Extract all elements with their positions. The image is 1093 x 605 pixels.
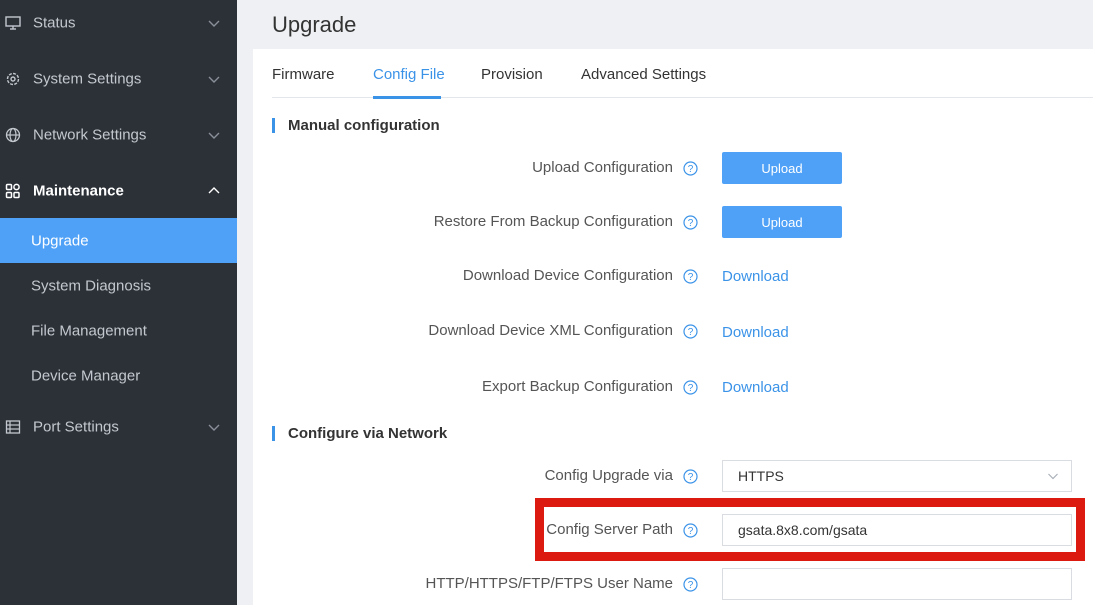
port-icon [4, 418, 22, 436]
sidebar-item-label: System Settings [33, 70, 142, 88]
tab-firmware[interactable]: Firmware [272, 66, 335, 83]
globe-icon [4, 126, 22, 144]
tab-config-file[interactable]: Config File [373, 66, 445, 83]
sidebar-item-status[interactable]: Status [0, 1, 237, 45]
sidebar-subitem-label: Device Manager [31, 367, 141, 384]
page-title: Upgrade [272, 12, 357, 37]
sidebar-item-label: Status [33, 14, 76, 32]
chevron-down-icon [208, 76, 220, 83]
sidebar-item-maintenance[interactable]: Maintenance [0, 169, 237, 213]
tab-advanced-settings[interactable]: Advanced Settings [581, 66, 706, 83]
svg-text:?: ? [688, 164, 694, 175]
user-name-input[interactable] [722, 568, 1072, 600]
help-icon[interactable]: ? [683, 269, 698, 284]
help-icon[interactable]: ? [683, 380, 698, 395]
sidebar-item-label: Maintenance [33, 182, 124, 200]
chevron-up-icon [208, 187, 220, 194]
download-xml-config-label: Download Device XML Configuration [428, 322, 673, 339]
chevron-down-icon [208, 20, 220, 27]
upload-configuration-button[interactable]: Upload [722, 152, 842, 184]
section-heading-network: Configure via Network [272, 426, 447, 441]
sidebar-subitem-file-management[interactable]: File Management [0, 308, 237, 353]
monitor-icon [4, 14, 22, 32]
sidebar-item-system-settings[interactable]: System Settings [0, 57, 237, 101]
export-backup-label: Export Backup Configuration [482, 378, 673, 395]
sidebar-subitem-device-manager[interactable]: Device Manager [0, 353, 237, 398]
export-backup-link[interactable]: Download [722, 379, 789, 396]
svg-text:?: ? [688, 580, 694, 591]
help-icon[interactable]: ? [683, 469, 698, 484]
download-xml-config-link[interactable]: Download [722, 324, 789, 341]
help-icon[interactable]: ? [683, 161, 698, 176]
help-icon[interactable]: ? [683, 324, 698, 339]
download-device-config-link[interactable]: Download [722, 268, 789, 285]
sidebar-subitem-label: File Management [31, 322, 147, 339]
download-device-config-label: Download Device Configuration [462, 267, 673, 284]
sidebar: Status System Settings Network Settings … [0, 0, 237, 605]
active-tab-indicator [373, 96, 441, 99]
grid-icon [4, 182, 22, 200]
config-upgrade-via-label: Config Upgrade via [544, 467, 673, 484]
svg-text:?: ? [688, 383, 694, 394]
sidebar-subitem-label: Upgrade [31, 232, 89, 249]
config-upgrade-via-select[interactable]: HTTPS [722, 460, 1072, 492]
chevron-down-icon [208, 424, 220, 431]
sidebar-subitem-upgrade[interactable]: Upgrade [0, 218, 237, 263]
sidebar-item-label: Port Settings [33, 418, 119, 436]
select-value: HTTPS [738, 468, 784, 484]
highlight-box [535, 498, 1085, 561]
sidebar-subitem-label: System Diagnosis [31, 277, 152, 294]
svg-text:?: ? [688, 218, 694, 229]
sidebar-item-network-settings[interactable]: Network Settings [0, 113, 237, 157]
sidebar-item-label: Network Settings [33, 126, 147, 144]
help-icon[interactable]: ? [683, 577, 698, 592]
restore-backup-label: Restore From Backup Configuration [433, 213, 673, 230]
section-heading-manual: Manual configuration [272, 118, 440, 133]
tab-provision[interactable]: Provision [481, 66, 543, 83]
gear-icon [4, 70, 22, 88]
restore-backup-upload-button[interactable]: Upload [722, 206, 842, 238]
sidebar-subitem-system-diagnosis[interactable]: System Diagnosis [0, 263, 237, 308]
help-icon[interactable]: ? [683, 215, 698, 230]
chevron-down-icon [208, 132, 220, 139]
svg-text:?: ? [688, 327, 694, 338]
upload-configuration-label: Upload Configuration [532, 159, 673, 176]
svg-text:?: ? [688, 272, 694, 283]
user-name-label: HTTP/HTTPS/FTP/FTPS User Name [425, 575, 673, 592]
sidebar-item-port-settings[interactable]: Port Settings [0, 405, 237, 449]
chevron-down-icon [1048, 473, 1058, 480]
svg-text:?: ? [688, 472, 694, 483]
